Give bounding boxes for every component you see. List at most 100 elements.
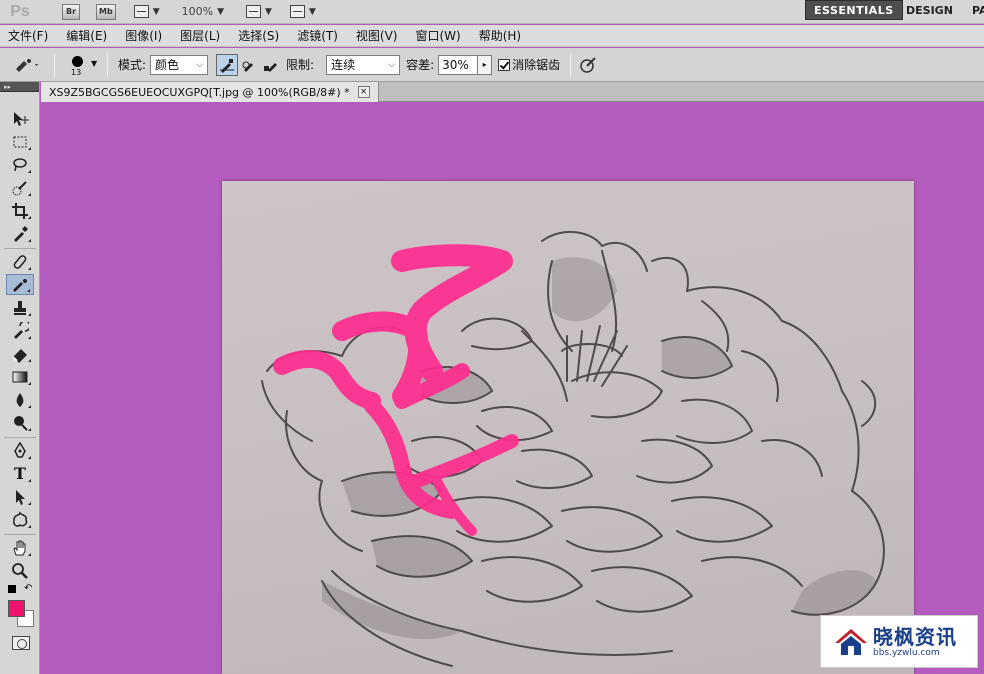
mode-select-value: 颜色 — [155, 58, 180, 72]
eyedropper-tool[interactable] — [6, 223, 34, 244]
photoshop-logo: Ps — [10, 2, 30, 20]
limit-select[interactable]: 连续 ⌵ — [326, 54, 401, 75]
hand-tool[interactable] — [6, 537, 34, 558]
tools-panel-header[interactable]: ▸▸ — [0, 82, 39, 92]
history-brush-icon — [14, 321, 29, 339]
eyedropper-continuous-icon — [220, 58, 235, 73]
type-icon: T — [14, 464, 26, 483]
eyedropper-once-icon — [242, 61, 254, 72]
history-brush-tool[interactable] — [6, 320, 34, 341]
zoom-level-value: 100% — [181, 5, 214, 18]
site-watermark: 晓枫资讯 bbs.yzwlu.com — [820, 615, 978, 668]
zoom-icon — [12, 562, 28, 579]
sampling-once-button[interactable] — [238, 54, 260, 76]
workspace-design[interactable]: DESIGN — [898, 0, 961, 20]
default-colors-button[interactable] — [8, 585, 16, 593]
pen-tool[interactable] — [6, 440, 34, 461]
brush-size-value: 13 — [71, 67, 82, 77]
peony-sketch-drawing — [261, 230, 885, 667]
menu-image[interactable]: 图像(I) — [125, 27, 162, 44]
custom-shape-tool[interactable] — [6, 509, 34, 530]
document-image-peony-sketch[interactable] — [222, 181, 914, 674]
zoom-tool[interactable] — [6, 560, 34, 581]
sampling-background-button[interactable] — [260, 54, 282, 76]
menu-file[interactable]: 文件(F) — [8, 27, 48, 44]
eyedropper-icon — [14, 225, 28, 242]
healing-brush-tool[interactable] — [6, 251, 34, 272]
document-tab[interactable]: XS9Z5BGCGS6EUEOCUXGPQ[T.jpg @ 100%(RGB/8… — [41, 82, 379, 102]
workspace-essentials[interactable]: ESSENTIALS — [805, 0, 903, 20]
arrange-icon — [245, 5, 261, 18]
path-select-icon — [16, 489, 25, 505]
foreground-color-swatch[interactable] — [8, 600, 25, 617]
eyedropper-background-icon — [264, 62, 278, 72]
lasso-tool[interactable] — [6, 154, 34, 175]
mode-label: 模式: — [118, 58, 147, 72]
move-icon — [14, 111, 29, 126]
shape-icon — [13, 510, 28, 527]
color-replacement-tool[interactable] — [6, 274, 34, 295]
tools-panel: ▸▸ T ↶ — [0, 82, 40, 674]
document-tab-title: XS9Z5BGCGS6EUEOCUXGPQ[T.jpg @ 100%(RGB/8… — [49, 85, 350, 99]
zoom-level-dropdown[interactable]: 100% ▼ — [182, 5, 224, 18]
tablet-pressure-icon — [580, 56, 596, 73]
menu-window[interactable]: 窗口(W) — [415, 27, 460, 44]
mode-select[interactable]: 颜色 ⌵ — [150, 54, 209, 75]
tool-preset-picker[interactable] — [6, 52, 48, 78]
tablet-pressure-button[interactable] — [577, 54, 599, 76]
watermark-title: 晓枫资讯 — [873, 624, 957, 649]
options-bar: 13 ▼ 模式: 颜色 ⌵ 限制: 连续 ⌵ 容差: 30% ▸ 消除锯齿 — [0, 48, 984, 82]
move-tool[interactable] — [6, 108, 34, 129]
healing-brush-icon — [13, 254, 27, 269]
pen-icon — [14, 441, 26, 458]
quick-select-icon — [12, 180, 27, 195]
path-selection-tool[interactable] — [6, 486, 34, 507]
tolerance-slider-button[interactable]: ▸ — [478, 54, 493, 75]
watermark-url: bbs.yzwlu.com — [873, 647, 940, 658]
limit-label: 限制: — [286, 58, 315, 72]
clone-stamp-tool[interactable] — [6, 297, 34, 318]
menu-layer[interactable]: 图层(L) — [180, 27, 220, 44]
lasso-icon — [13, 157, 27, 171]
mini-bridge-button[interactable]: Mb — [96, 3, 116, 20]
tolerance-input[interactable]: 30% — [438, 54, 479, 75]
arrange-documents-dropdown[interactable]: ▼ — [245, 5, 272, 18]
document-tab-bar: XS9Z5BGCGS6EUEOCUXGPQ[T.jpg @ 100%(RGB/8… — [41, 82, 984, 102]
screen-mode-dropdown[interactable]: ▼ — [289, 5, 316, 18]
crop-tool[interactable] — [6, 200, 34, 221]
antialias-checkbox[interactable] — [498, 58, 511, 71]
swap-colors-icon[interactable]: ↶ — [24, 583, 32, 594]
marquee-tool[interactable] — [6, 131, 34, 152]
menu-help[interactable]: 帮助(H) — [479, 27, 521, 44]
tolerance-label: 容差: — [406, 58, 435, 72]
dodge-tool[interactable] — [6, 412, 34, 433]
brush-preset-picker[interactable]: 13 ▼ — [61, 50, 101, 80]
canvas-area[interactable] — [41, 103, 984, 674]
menu-edit[interactable]: 编辑(E) — [66, 27, 107, 44]
color-replacement-preset-icon — [16, 58, 38, 72]
dodge-icon — [14, 415, 28, 431]
blur-tool[interactable] — [6, 389, 34, 410]
clone-stamp-icon — [14, 300, 26, 315]
workspace-painting[interactable]: PA — [964, 0, 984, 20]
bridge-button[interactable]: Br — [62, 3, 80, 20]
eraser-icon — [12, 348, 27, 363]
menu-view[interactable]: 视图(V) — [356, 27, 398, 44]
menu-filter[interactable]: 滤镜(T) — [297, 27, 338, 44]
gradient-tool[interactable] — [6, 366, 34, 387]
quick-select-tool[interactable] — [6, 177, 34, 198]
extras-icon — [133, 5, 149, 18]
eraser-tool[interactable] — [6, 343, 34, 364]
quick-mask-button[interactable] — [12, 636, 30, 650]
crop-icon — [12, 202, 28, 219]
hand-icon — [13, 540, 26, 555]
type-tool[interactable]: T — [6, 463, 34, 484]
limit-select-value: 连续 — [331, 58, 356, 72]
extras-dropdown[interactable]: ▼ — [133, 5, 160, 18]
gradient-icon — [12, 371, 28, 382]
sampling-continuous-button[interactable] — [216, 53, 239, 76]
antialias-label: 消除锯齿 — [512, 58, 561, 72]
menu-select[interactable]: 选择(S) — [238, 27, 279, 44]
close-document-icon[interactable]: × — [357, 86, 370, 98]
watermark-logo-icon — [833, 627, 869, 657]
